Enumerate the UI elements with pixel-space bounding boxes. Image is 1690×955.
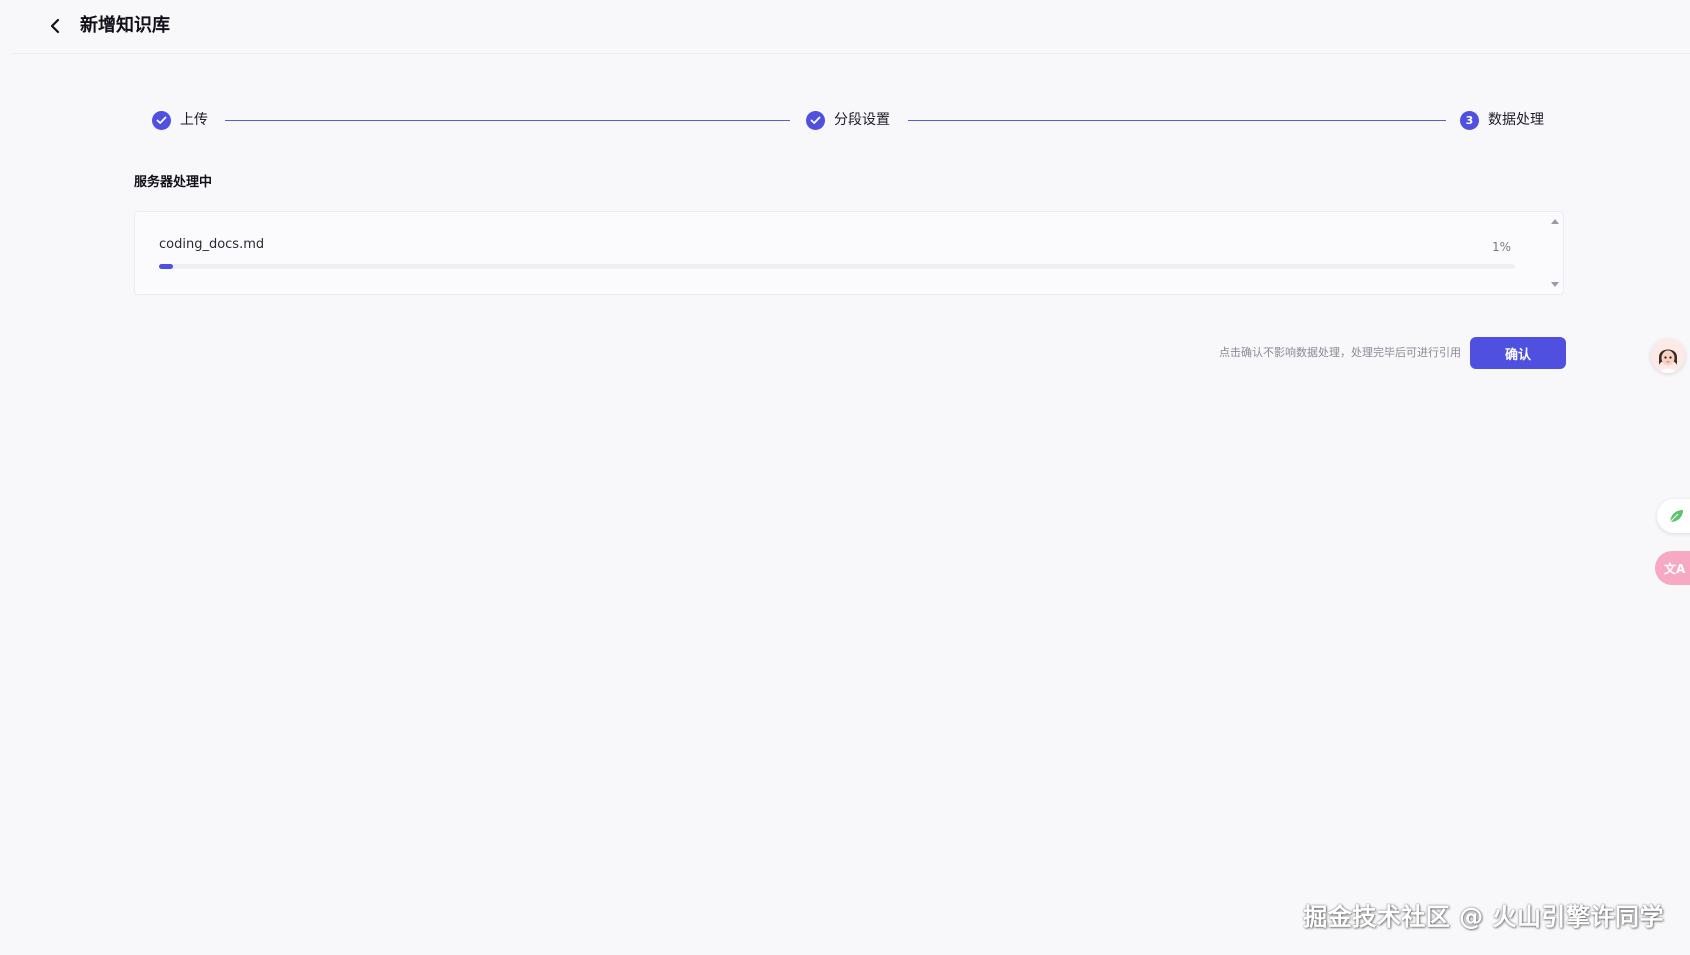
step-progress: 上传 分段设置 3 数据处理: [152, 108, 1548, 132]
step-connector: [225, 120, 790, 121]
leaf-icon: [1669, 510, 1683, 523]
back-button[interactable]: [43, 14, 67, 38]
step-label: 分段设置: [834, 112, 890, 128]
section-title: 服务器处理中: [134, 175, 213, 190]
step-data-processing: 3 数据处理: [1460, 108, 1544, 132]
step-segment-settings: 分段设置: [806, 108, 890, 132]
step-label: 数据处理: [1488, 112, 1544, 128]
progress-bar: [159, 264, 1515, 269]
confirm-hint: 点击确认不影响数据处理，处理完毕后可进行引用: [1219, 346, 1461, 359]
scroll-down-icon[interactable]: [1551, 282, 1559, 287]
progress-fill: [159, 264, 173, 269]
check-circle-icon: [806, 110, 825, 130]
page-title: 新增知识库: [80, 15, 170, 36]
side-tool-leaf[interactable]: [1657, 499, 1690, 533]
scrollbar[interactable]: [1547, 212, 1563, 294]
file-name: coding_docs.md: [159, 237, 265, 252]
chevron-left-icon: [50, 18, 60, 34]
step-label: 上传: [180, 112, 208, 128]
step-number-badge: 3: [1460, 110, 1479, 130]
scroll-up-icon[interactable]: [1551, 219, 1559, 224]
file-percent: 1%: [1491, 240, 1511, 254]
check-circle-icon: [152, 110, 171, 130]
file-progress-panel: coding_docs.md 1%: [134, 211, 1564, 295]
watermark: 掘金技术社区 @ 火山引擎许同学: [1303, 903, 1664, 931]
assistant-avatar-icon[interactable]: [1651, 339, 1685, 373]
translate-button[interactable]: 文A: [1655, 551, 1690, 585]
translate-icon: 文A: [1664, 561, 1686, 576]
step-connector: [908, 120, 1446, 121]
confirm-button[interactable]: 确认: [1470, 337, 1566, 369]
top-bar: 新增知识库: [12, 0, 1690, 54]
step-upload: 上传: [152, 108, 208, 132]
